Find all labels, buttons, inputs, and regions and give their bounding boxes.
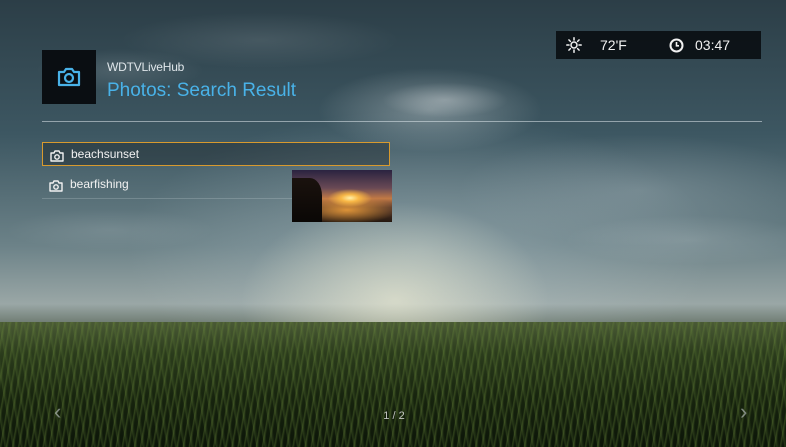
grass-field — [0, 322, 786, 447]
page-title: Photos: Search Result — [107, 80, 297, 101]
camera-icon — [49, 179, 63, 197]
list-item-beachsunset[interactable]: beachsunset — [42, 142, 390, 166]
media-player-screen: 72'F 03:47 WDTVLiveHub Photos: Search Re… — [0, 0, 786, 447]
next-page-arrow-icon[interactable]: › — [740, 399, 747, 425]
photo-thumbnail — [292, 170, 392, 222]
clock-readout: 03:47 — [695, 37, 731, 53]
thumbnail-rock-silhouette — [292, 178, 322, 222]
photos-app-icon — [42, 50, 96, 104]
clock-icon — [669, 38, 684, 58]
page-indicator: 1 / 2 — [383, 410, 405, 422]
list-item-label: beachsunset — [71, 147, 140, 161]
header-divider — [42, 121, 762, 122]
device-name: WDTVLiveHub — [107, 60, 185, 74]
temperature-readout: 72'F — [600, 37, 627, 53]
sun-icon — [566, 37, 582, 58]
previous-page-arrow-icon[interactable]: ‹ — [54, 399, 61, 425]
camera-icon — [50, 149, 64, 167]
list-item-label: bearfishing — [70, 177, 129, 191]
status-bar: 72'F 03:47 — [556, 31, 761, 59]
